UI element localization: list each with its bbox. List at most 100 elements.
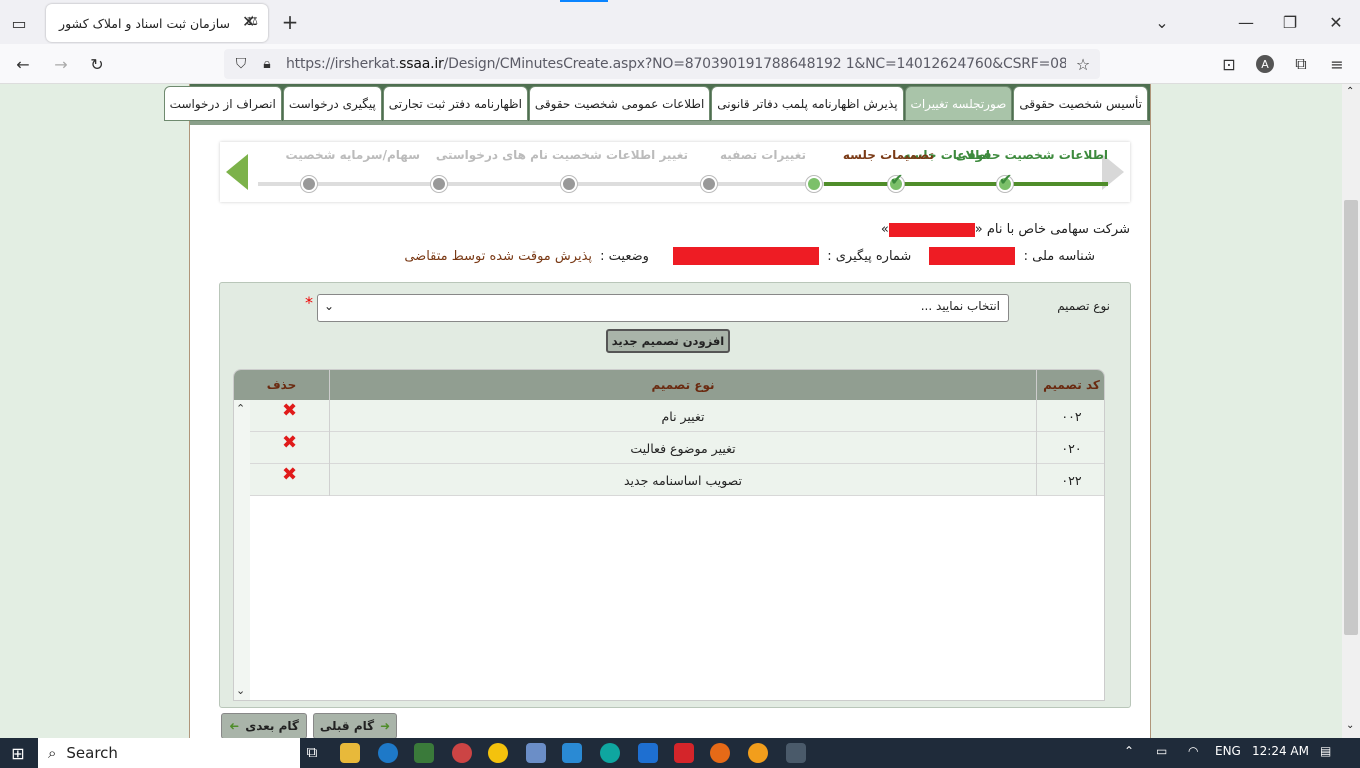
pocket-icon[interactable]: ⊡	[1218, 53, 1240, 75]
url-bar[interactable]: ⛉ 🔒︎ https://irsherkat.ssaa.ir/Design/CM…	[224, 49, 1100, 79]
scroll-up-icon[interactable]: ⌃	[1346, 86, 1354, 97]
select-value: انتخاب نمایید ...	[920, 299, 1000, 313]
chevron-down-icon[interactable]: ⌄	[1152, 11, 1172, 33]
menu-hamburger-icon[interactable]: ≡	[1326, 53, 1348, 75]
table-row[interactable]: ۰۲۰ تغییر موضوع فعالیت ✖	[234, 432, 1104, 464]
header-code[interactable]: کد تصمیم	[1036, 370, 1104, 400]
browser-tab[interactable]: سازمان ثبت اسناد و املاک کشور | ✕ ⚖	[46, 4, 268, 42]
step-dot-2[interactable]	[806, 176, 822, 192]
edge-icon[interactable]	[600, 743, 620, 763]
app-icon[interactable]	[414, 743, 434, 763]
table-row[interactable]: ۰۰۲ تغییر نام ✖	[234, 400, 1104, 432]
redacted-company-name	[888, 222, 975, 237]
app-icon[interactable]	[748, 743, 768, 763]
paint-icon[interactable]	[526, 743, 546, 763]
stepper-next-arrow-icon[interactable]	[226, 154, 248, 190]
battery-icon[interactable]: ▭	[1156, 744, 1167, 758]
grid-header: کد تصمیم نوع تصمیم حذف	[234, 370, 1104, 400]
arrow-left-icon: ➜	[229, 719, 240, 733]
reload-icon[interactable]: ↻	[86, 53, 108, 75]
clock[interactable]: 12:24 AM	[1252, 744, 1309, 758]
menu-item-2[interactable]: پذیرش اظهارنامه پلمب دفاتر قانونی	[711, 86, 904, 121]
menu-item-0[interactable]: تأسیس شخصیت حقوقی	[1013, 86, 1148, 121]
step-dot-5[interactable]	[431, 176, 447, 192]
page-scroll-thumb[interactable]	[1344, 200, 1358, 635]
decision-type-select[interactable]: انتخاب نمایید ... ⌄	[317, 294, 1009, 322]
top-menu: تأسیس شخصیت حقوقی صورتجلسه تغییرات پذیرش…	[163, 84, 1150, 122]
decisions-grid: کد تصمیم نوع تصمیم حذف ۰۰۲ تغییر نام ✖ ۰…	[233, 369, 1105, 701]
notifications-icon[interactable]: ▤	[1320, 744, 1331, 758]
edge-legacy-icon[interactable]	[378, 743, 398, 763]
anydesk-icon[interactable]	[674, 743, 694, 763]
add-decision-button[interactable]: افزودن تصمیم جدید	[606, 329, 730, 353]
chrome-icon[interactable]	[488, 743, 508, 763]
step-label-3[interactable]: تغییرات تصفیه	[720, 148, 806, 162]
scroll-down-icon[interactable]: ⌄	[236, 684, 245, 697]
delete-icon[interactable]: ✖	[250, 400, 329, 432]
menu-item-3[interactable]: اطلاعات عمومی شخصیت حقوقی	[528, 86, 711, 121]
step-label-5[interactable]: نام های درخواستی	[436, 148, 548, 162]
search-label: Search	[66, 744, 118, 762]
lock-icon[interactable]: 🔒︎	[256, 53, 278, 75]
grid-scrollbar[interactable]: ⌃ ⌄	[234, 400, 250, 700]
menu-item-4[interactable]: اظهارنامه دفتر ثبت تجارتی	[382, 86, 528, 121]
taskbar-search[interactable]: ⌕ Search	[38, 738, 300, 768]
step-label-4[interactable]: تغییر اطلاعات شخصیت	[552, 148, 688, 162]
step-label-2[interactable]: تصمیمات جلسه	[843, 148, 934, 162]
windows-taskbar: ⊞ ⌕ Search ⧉ ⌃ ▭ ◠ ENG 12:24 AM ▤	[0, 738, 1360, 768]
wizard-stepper: اطلاعات شخصیت حقوقی اطلاعات جلسه تصمیمات…	[220, 142, 1130, 202]
step-dot-3[interactable]	[701, 176, 717, 192]
company-name-line: شرکت سهامی خاص با نام « »	[881, 222, 1130, 237]
next-step-button[interactable]: گام بعدی ➜	[221, 713, 307, 739]
language-indicator[interactable]: ENG	[1215, 744, 1241, 758]
file-explorer-icon[interactable]	[340, 743, 360, 763]
shield-icon[interactable]: ⛉	[230, 53, 252, 75]
new-tab-icon[interactable]: +	[280, 10, 300, 34]
back-icon[interactable]: ←	[12, 53, 34, 75]
row-type: تصویب اساسنامه جدید	[329, 464, 1036, 496]
close-window-icon[interactable]: ✕	[1326, 11, 1346, 33]
extensions-icon[interactable]: ⧉	[1290, 53, 1312, 75]
prev-step-button[interactable]: ➜ گام قبلی	[313, 713, 397, 739]
decision-type-label: نوع تصمیم	[1057, 299, 1110, 313]
required-mark: *	[305, 293, 313, 312]
wifi-icon[interactable]: ◠	[1188, 744, 1198, 758]
scroll-down-icon[interactable]: ⌄	[1346, 720, 1354, 731]
menu-item-5[interactable]: پیگیری درخواست	[282, 86, 382, 121]
app-icon[interactable]	[786, 743, 806, 763]
app-icon[interactable]	[562, 743, 582, 763]
step-dot-6[interactable]	[301, 176, 317, 192]
row-code: ۰۲۲	[1036, 464, 1104, 496]
bookmark-star-icon[interactable]: ☆	[1072, 53, 1094, 75]
url-text[interactable]: https://irsherkat.ssaa.ir/Design/CMinute…	[286, 56, 1066, 72]
menu-item-6[interactable]: انصراف از درخواست	[163, 86, 282, 121]
app-icon[interactable]	[638, 743, 658, 763]
tab-list-icon[interactable]: ▭	[8, 12, 30, 34]
account-avatar-icon[interactable]: A	[1256, 55, 1274, 73]
company-info-line: شناسه ملی : شماره پیگیری : وضعیت : پذیرش…	[404, 247, 1095, 265]
menu-item-1[interactable]: صورتجلسه تغییرات	[904, 86, 1013, 121]
menu-underline	[190, 121, 1150, 125]
restore-icon[interactable]: ❐	[1280, 11, 1300, 33]
next-step-label: گام بعدی	[245, 719, 299, 733]
company-prefix: شرکت سهامی خاص با نام «	[974, 222, 1130, 237]
delete-icon[interactable]: ✖	[250, 432, 329, 464]
task-view-icon[interactable]: ⧉	[302, 743, 322, 763]
step-dot-4[interactable]	[561, 176, 577, 192]
windows-start-icon[interactable]: ⊞	[8, 743, 28, 763]
stepper-progress	[824, 182, 1108, 186]
app-icon[interactable]	[452, 743, 472, 763]
check-icon: ✔	[890, 170, 904, 189]
step-label-6[interactable]: سهام/سرمایه شخصیت	[286, 148, 420, 162]
tray-chevron-icon[interactable]: ⌃	[1124, 744, 1134, 758]
forward-icon[interactable]: →	[50, 53, 72, 75]
page-content: تأسیس شخصیت حقوقی صورتجلسه تغییرات پذیرش…	[163, 84, 1151, 739]
browser-tab-bar: ▭ سازمان ثبت اسناد و املاک کشور | ✕ ⚖ + …	[0, 0, 1360, 44]
scroll-up-icon[interactable]: ⌃	[236, 402, 245, 415]
delete-icon[interactable]: ✖	[250, 464, 329, 496]
firefox-icon[interactable]	[710, 743, 730, 763]
table-row[interactable]: ۰۲۲ تصویب اساسنامه جدید ✖	[234, 464, 1104, 496]
minimize-icon[interactable]: —	[1236, 11, 1256, 33]
header-type[interactable]: نوع تصمیم	[329, 370, 1036, 400]
arrow-right-icon: ➜	[380, 719, 391, 733]
